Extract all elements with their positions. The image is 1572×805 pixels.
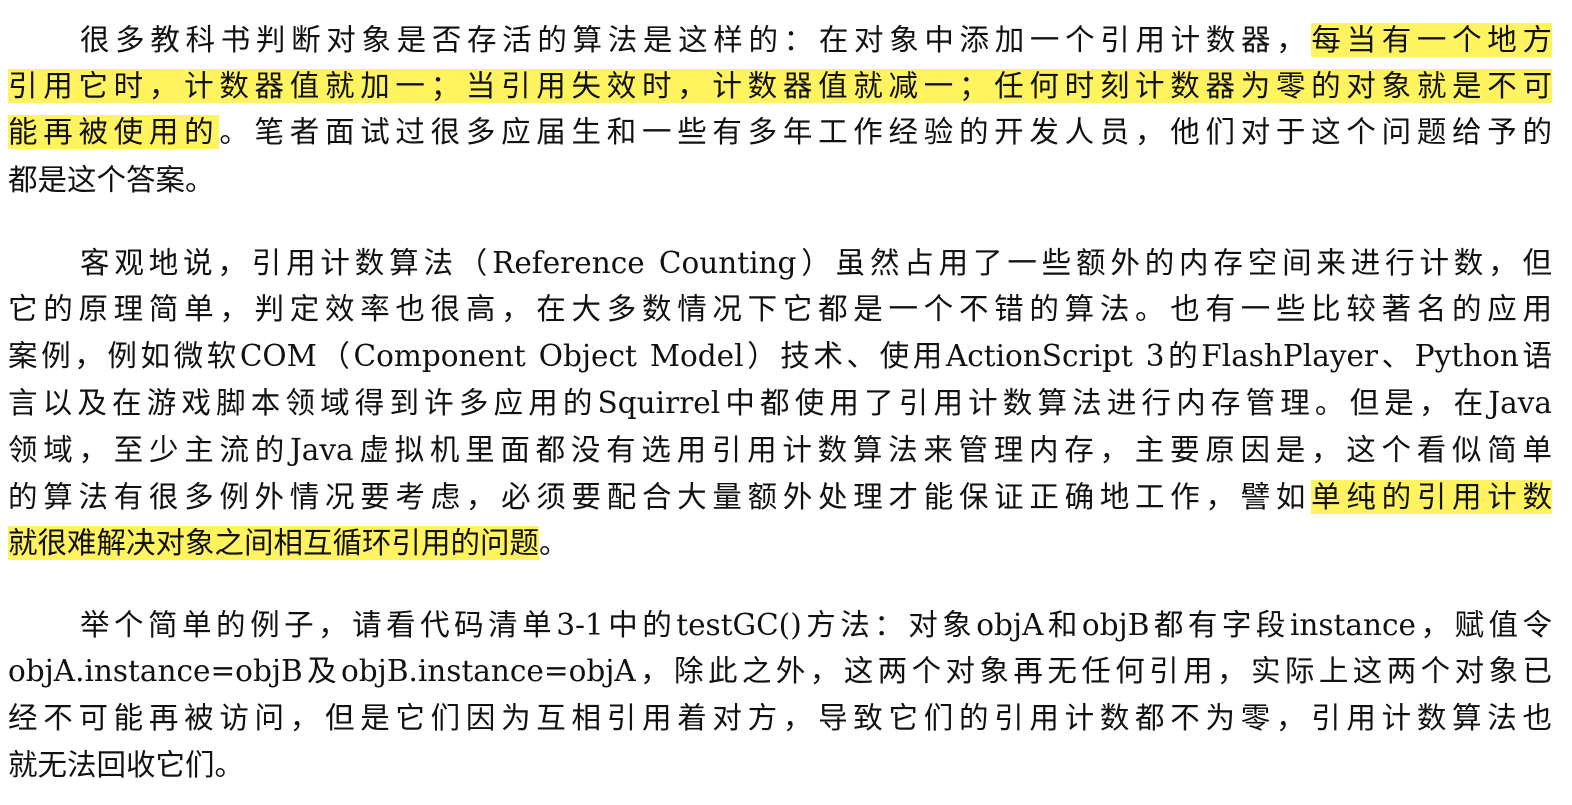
paragraph-3-line-2: objA.instance=objB及objB.instance=objA，除此… xyxy=(0,648,1572,694)
paragraph-2-line-2: 它的原理简单，判定效率也很高，在大多数情况下它都是一个不错的算法。也有一些比较著… xyxy=(0,286,1572,332)
paragraph-2-line-5: 领域，至少主流的Java虚拟机里面都没有选用引用计数算法来管理内存，主要原因是，… xyxy=(0,427,1572,473)
paragraph-1-line-3: 能再被使用的。笔者面试过很多应届生和一些有多年工作经验的开发人员，他们对于这个问… xyxy=(0,109,1572,155)
text-run: 很多教科书判断对象是否存活的算法是这样的：在对象中添加一个引用计数器， xyxy=(80,23,1312,57)
text-run: 都是这个答案。 xyxy=(8,163,215,197)
highlighted-text: 能再被使用的 xyxy=(8,115,220,149)
text-run: 它的原理简单，判定效率也很高，在大多数情况下它都是一个不错的算法。也有一些比较著… xyxy=(8,292,1552,326)
text-run: 就无法回收它们。 xyxy=(8,748,245,782)
text-run: 。 xyxy=(539,526,569,560)
paragraph-2-line-7: 就很难解决对象之间相互循环引用的问题。 xyxy=(0,520,1572,566)
paragraph-1-line-4: 都是这个答案。 xyxy=(0,157,1572,203)
text-run: objA.instance=objB及objB.instance=objA，除此… xyxy=(8,654,1552,688)
paragraph-3-line-1: 举个简单的例子，请看代码清单3-1中的testGC()方法：对象objA和obj… xyxy=(0,602,1572,648)
paragraph-1-line-2: 引用它时，计数器值就加一；当引用失效时，计数器值就减一；任何时刻计数器为零的对象… xyxy=(0,63,1572,109)
paragraph-2-line-4: 言以及在游戏脚本领域得到许多应用的Squirrel中都使用了引用计数算法进行内存… xyxy=(0,380,1572,426)
text-run: 的算法有很多例外情况要考虑，必须要配合大量额外处理才能保证正确地工作，譬如 xyxy=(8,480,1312,514)
paragraph-2-line-6: 的算法有很多例外情况要考虑，必须要配合大量额外处理才能保证正确地工作，譬如单纯的… xyxy=(0,474,1572,520)
paragraph-3-line-3: 经不可能再被访问，但是它们因为互相引用着对方，导致它们的引用计数都不为零，引用计… xyxy=(0,695,1572,741)
paragraph-1-line-1: 很多教科书判断对象是否存活的算法是这样的：在对象中添加一个引用计数器，每当有一个… xyxy=(0,17,1572,63)
text-run: 领域，至少主流的Java虚拟机里面都没有选用引用计数算法来管理内存，主要原因是，… xyxy=(8,433,1552,467)
highlighted-text: 引用它时，计数器值就加一；当引用失效时，计数器值就减一；任何时刻计数器为零的对象… xyxy=(8,69,1552,103)
paragraph-2-line-3: 案例，例如微软COM（Component Object Model）技术、使用A… xyxy=(0,333,1572,379)
text-run: 。笔者面试过很多应届生和一些有多年工作经验的开发人员，他们对于这个问题给予的 xyxy=(219,115,1552,149)
paragraph-3-line-4: 就无法回收它们。 xyxy=(0,742,1572,788)
paragraph-2-line-1: 客观地说，引用计数算法（Reference Counting）虽然占用了一些额外… xyxy=(0,240,1572,286)
highlighted-text: 单纯的引用计数 xyxy=(1311,480,1552,514)
highlighted-text: 就很难解决对象之间相互循环引用的问题 xyxy=(8,526,540,560)
document-page: 很多教科书判断对象是否存活的算法是这样的：在对象中添加一个引用计数器，每当有一个… xyxy=(0,0,1572,805)
text-run: 举个简单的例子，请看代码清单3-1中的testGC()方法：对象objA和obj… xyxy=(80,608,1552,642)
text-run: 案例，例如微软COM（Component Object Model）技术、使用A… xyxy=(8,339,1552,373)
highlighted-text: 每当有一个地方 xyxy=(1311,23,1552,57)
text-run: 经不可能再被访问，但是它们因为互相引用着对方，导致它们的引用计数都不为零，引用计… xyxy=(8,701,1552,735)
text-run: 客观地说，引用计数算法（Reference Counting）虽然占用了一些额外… xyxy=(80,246,1552,280)
text-run: 言以及在游戏脚本领域得到许多应用的Squirrel中都使用了引用计数算法进行内存… xyxy=(8,386,1552,420)
